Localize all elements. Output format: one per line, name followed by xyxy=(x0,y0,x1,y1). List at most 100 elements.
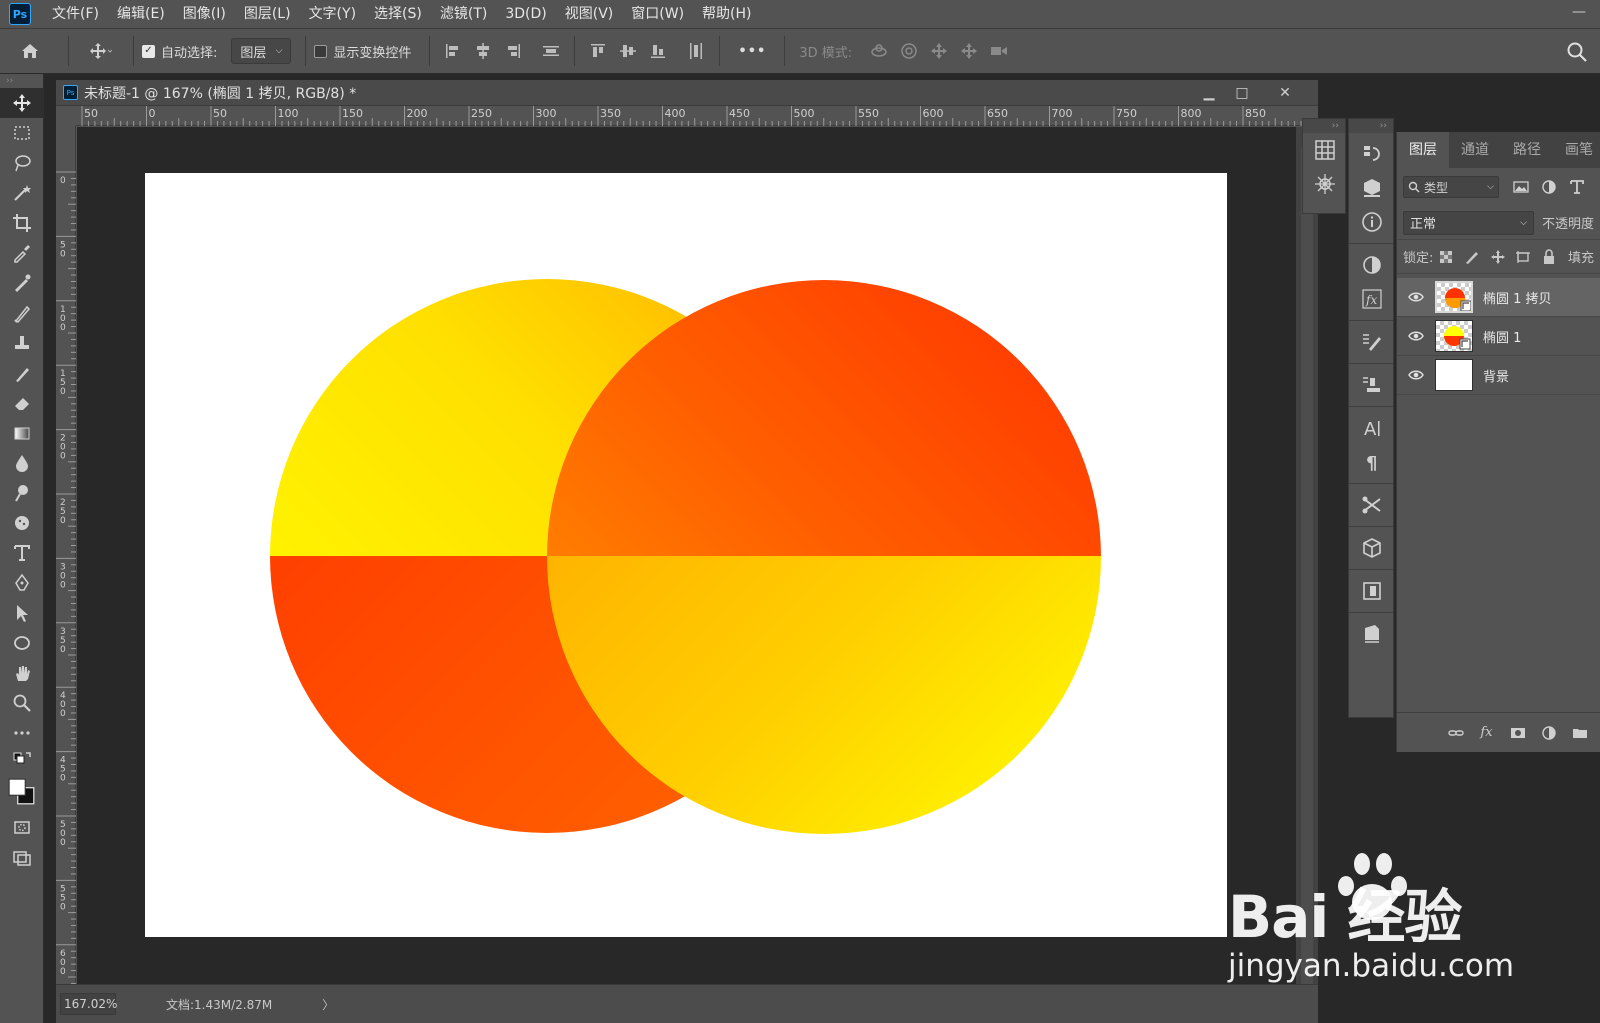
paragraph-panel-icon[interactable]: ¶ xyxy=(1349,445,1395,479)
filter-image-icon[interactable] xyxy=(1507,176,1535,198)
layers-panel-tab[interactable]: 路径 xyxy=(1501,132,1553,168)
document-size[interactable]: 文档:1.43M/2.87M xyxy=(166,996,272,1013)
align-vertical-center-icon[interactable] xyxy=(613,28,643,74)
align-left-icon[interactable] xyxy=(438,28,468,74)
menu-item[interactable]: 文字(Y) xyxy=(300,0,365,28)
menu-item[interactable]: 滤镜(T) xyxy=(431,0,496,28)
zoom-field[interactable]: 167.02% xyxy=(60,993,117,1015)
path-selection-tool-icon[interactable] xyxy=(0,598,44,628)
move-tool-preset-icon[interactable] xyxy=(77,28,125,74)
expand-panels-icon[interactable]: ›› xyxy=(1349,119,1393,133)
menu-item[interactable]: 图像(I) xyxy=(174,0,235,28)
document-close-icon[interactable]: ✕ xyxy=(1270,80,1300,106)
menu-item[interactable]: 窗口(W) xyxy=(622,0,693,28)
spot-healing-brush-icon[interactable] xyxy=(0,268,44,298)
3d-orbit-icon[interactable] xyxy=(864,28,894,74)
layer-comps-panel-icon[interactable] xyxy=(1349,617,1395,651)
grid-panel-icon[interactable] xyxy=(1303,133,1347,167)
add-layer-style-icon[interactable]: fx xyxy=(1471,718,1502,748)
align-top-icon[interactable] xyxy=(583,28,613,74)
eraser-tool-icon[interactable] xyxy=(0,388,44,418)
window-minimize-icon[interactable]: — xyxy=(1572,5,1586,19)
move-tool-icon[interactable] xyxy=(0,88,44,118)
status-menu-arrow-icon[interactable]: 〉 xyxy=(322,996,334,1013)
lock-transparent-pixels-icon[interactable] xyxy=(1433,246,1459,268)
3d-object-panel-icon[interactable] xyxy=(1349,531,1395,565)
visibility-eye-icon[interactable] xyxy=(1397,330,1435,342)
distribute-vertical-icon[interactable] xyxy=(681,28,711,74)
zoom-tool-icon[interactable] xyxy=(0,688,44,718)
menu-item[interactable]: 图层(L) xyxy=(235,0,300,28)
dodge-tool-icon[interactable] xyxy=(0,478,44,508)
menu-item[interactable]: 3D(D) xyxy=(496,0,555,28)
layer-thumbnail[interactable] xyxy=(1435,359,1473,391)
quick-mask-icon[interactable] xyxy=(0,812,44,842)
new-adjustment-layer-icon[interactable] xyxy=(1533,718,1564,748)
add-mask-icon[interactable] xyxy=(1502,718,1533,748)
align-right-icon[interactable] xyxy=(498,28,528,74)
horizontal-ruler[interactable]: 50 0 50 100 150 200 250 300 350 400 450 500 550 600 65… xyxy=(76,106,1318,126)
more-options-icon[interactable]: ••• xyxy=(738,44,766,59)
visibility-eye-icon[interactable] xyxy=(1397,369,1435,381)
navigator-wheel-icon[interactable] xyxy=(1303,167,1347,201)
align-bottom-icon[interactable] xyxy=(643,28,673,74)
lock-position-icon[interactable] xyxy=(1485,246,1511,268)
clone-source-panel-icon[interactable] xyxy=(1349,368,1395,402)
screen-mode-icon[interactable] xyxy=(0,842,44,872)
layer-row[interactable]: 背景 xyxy=(1397,356,1600,395)
lock-all-icon[interactable] xyxy=(1536,246,1562,268)
show-transform-checkbox[interactable] xyxy=(314,44,328,58)
rectangular-marquee-tool-icon[interactable] xyxy=(0,118,44,148)
layer-row[interactable]: 椭圆 1 xyxy=(1397,317,1600,356)
styles-fx-panel-icon[interactable]: fx xyxy=(1349,282,1395,316)
menu-item[interactable]: 视图(V) xyxy=(556,0,623,28)
document-minimize-icon[interactable]: ▁ xyxy=(1194,80,1224,106)
brush-tool-icon[interactable] xyxy=(0,298,44,328)
3d-panel-icon[interactable] xyxy=(1349,171,1395,205)
document-tab[interactable]: Ps 未标题-1 @ 167% (椭圆 1 拷贝, RGB/8) * ▁ □ ✕ xyxy=(56,80,1318,106)
3d-slide-icon[interactable] xyxy=(954,28,984,74)
sponge-tool-icon[interactable] xyxy=(0,508,44,538)
libraries-panel-icon[interactable] xyxy=(1349,574,1395,608)
layer-thumbnail[interactable] xyxy=(1435,320,1473,352)
crop-tool-icon[interactable] xyxy=(0,208,44,238)
ellipse-tool-icon[interactable] xyxy=(0,628,44,658)
align-horizontal-center-icon[interactable] xyxy=(468,28,498,74)
clone-stamp-tool-icon[interactable] xyxy=(0,328,44,358)
gradient-tool-icon[interactable] xyxy=(0,418,44,448)
layer-filter-dropdown[interactable]: 类型 ⌵ xyxy=(1403,176,1499,198)
new-group-icon[interactable] xyxy=(1564,718,1595,748)
menu-item[interactable]: 选择(S) xyxy=(365,0,431,28)
layers-panel-tab[interactable]: 图层 xyxy=(1397,132,1449,168)
history-brush-tool-icon[interactable] xyxy=(0,358,44,388)
layer-thumbnail[interactable] xyxy=(1435,281,1473,313)
hand-tool-icon[interactable] xyxy=(0,658,44,688)
tool-presets-panel-icon[interactable] xyxy=(1349,488,1395,522)
layers-panel-tab[interactable]: 画笔 xyxy=(1553,132,1600,168)
lock-image-pixels-icon[interactable] xyxy=(1459,246,1485,268)
filter-type-icon[interactable] xyxy=(1563,176,1591,198)
visibility-eye-icon[interactable] xyxy=(1397,291,1435,303)
layers-panel-tab[interactable]: 通道 xyxy=(1449,132,1501,168)
search-icon[interactable] xyxy=(1566,41,1588,63)
magic-wand-tool-icon[interactable] xyxy=(0,178,44,208)
layer-row[interactable]: 椭圆 1 拷贝 xyxy=(1397,278,1600,317)
history-panel-icon[interactable] xyxy=(1349,137,1395,171)
auto-select-target-dropdown[interactable]: 图层 ⌵ xyxy=(231,38,292,64)
foreground-background-color-icon[interactable] xyxy=(0,772,44,812)
blend-mode-dropdown[interactable]: 正常 ⌵ xyxy=(1403,210,1534,235)
expand-panels-icon[interactable]: ›› xyxy=(1303,119,1345,133)
character-panel-icon[interactable]: A xyxy=(1349,411,1395,445)
menu-item[interactable]: 帮助(H) xyxy=(693,0,760,28)
pen-tool-icon[interactable] xyxy=(0,568,44,598)
toolbar-grip-icon[interactable]: ›› xyxy=(0,74,43,88)
eyedropper-tool-icon[interactable] xyxy=(0,238,44,268)
3d-roll-icon[interactable] xyxy=(894,28,924,74)
3d-camera-icon[interactable] xyxy=(984,28,1014,74)
edit-toolbar-icon[interactable] xyxy=(0,718,44,748)
3d-pan-icon[interactable] xyxy=(924,28,954,74)
canvas[interactable] xyxy=(145,173,1227,937)
home-icon[interactable] xyxy=(0,28,60,74)
lasso-tool-icon[interactable] xyxy=(0,148,44,178)
type-tool-icon[interactable] xyxy=(0,538,44,568)
